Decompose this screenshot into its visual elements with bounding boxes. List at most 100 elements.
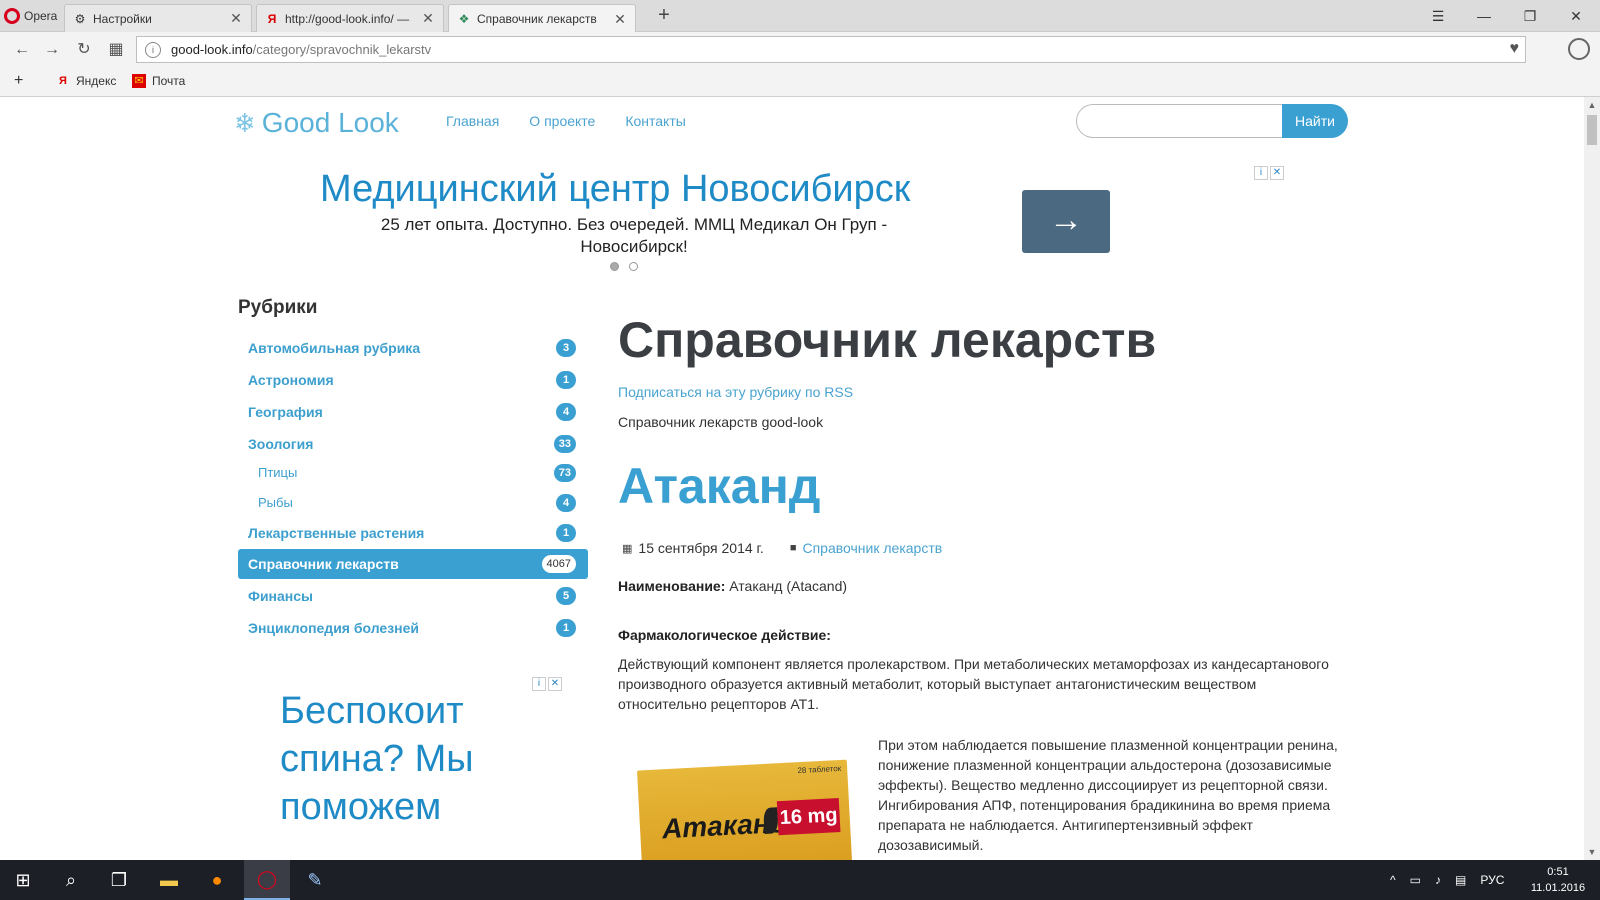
paint-icon[interactable]: ✎ [292,860,338,900]
search-icon[interactable]: ⌕ [48,860,94,900]
category-label: Энциклопедия болезней [248,620,420,636]
drug-name-label: Наименование: [618,578,726,594]
search-button[interactable]: Найти [1282,104,1348,138]
category-count-badge: 5 [556,587,576,605]
sidebar-item-birds[interactable]: Птицы 73 [238,458,588,488]
category-label: Автомобильная рубрика [248,340,421,356]
speed-dial-grid-icon[interactable]: ▦ [106,40,126,60]
ad-arrow-button[interactable]: → [1022,190,1110,253]
paragraph-line: производного образуется активный метабол… [618,676,1257,692]
restore-icon[interactable]: ❐ [1508,0,1552,32]
site-info-icon[interactable]: i [145,41,161,58]
url-path: /category/spravochnik_lekarstv [252,42,432,57]
bookmark-yandex[interactable]: Я Яндекс [56,74,116,88]
sidebar-item-zoology[interactable]: Зоология 33 [238,429,588,459]
post-date: 15 сентября 2014 г. [638,540,764,556]
heart-icon[interactable]: ♥ [1510,40,1520,58]
package-count-text: 28 таблеток [797,763,842,776]
new-tab-button[interactable]: + [652,4,676,28]
tab-title: Справочник лекарств [477,12,597,26]
bookmark-pochta[interactable]: ✉ Почта [132,74,185,88]
sidebar-item-medicinal-plants[interactable]: Лекарственные растения 1 [238,518,588,548]
forward-arrow-icon[interactable]: → [42,40,62,60]
ad-controls: i ✕ [1254,166,1284,180]
ad-controls: i ✕ [532,677,562,691]
minimize-icon[interactable]: — [1462,0,1506,32]
scrollbar-thumb[interactable] [1587,115,1597,145]
tab-title: Настройки [93,11,152,26]
site-logo[interactable]: ❄ Good Look [234,107,399,139]
sidebar-item-diseases[interactable]: Энциклопедия болезней 1 [238,613,588,643]
network-icon[interactable]: ▭ [1410,873,1421,887]
category-count-badge: 33 [553,435,576,453]
post-category-link[interactable]: Справочник лекарств [802,540,942,556]
add-bookmark-button[interactable]: + [14,72,23,90]
tray-expand-icon[interactable]: ^ [1390,873,1396,887]
tab-settings[interactable]: ⚙ Настройки ✕ [64,4,252,32]
top-advertisement[interactable]: Медицинский центр Новосибирск 25 лет опы… [234,162,1284,282]
firefox-icon[interactable]: ● [194,860,240,900]
close-tab-icon[interactable]: ✕ [421,10,435,27]
search-input[interactable] [1076,104,1286,138]
close-window-icon[interactable]: ✕ [1554,0,1598,32]
task-view-icon[interactable]: ❐ [96,860,142,900]
carousel-dot[interactable] [629,262,638,271]
ad-headline[interactable]: Беспокоит спина? Мы поможем [280,687,540,831]
category-count-badge: 4067 [541,555,576,573]
back-arrow-icon[interactable]: ← [12,40,32,60]
nav-contacts[interactable]: Контакты [625,113,685,129]
category-label: География [248,404,323,420]
ad-headline[interactable]: Медицинский центр Новосибирск [320,168,910,211]
sidebar-item-drug-reference[interactable]: Справочник лекарств 4067 [238,549,588,579]
scroll-down-icon[interactable]: ▼ [1584,844,1600,860]
tab-spravochnik[interactable]: ❖ Справочник лекарств ✕ [448,4,636,33]
ad-info-icon[interactable]: i [1254,166,1268,180]
system-clock[interactable]: 0:51 11.01.2016 [1526,864,1590,896]
notifications-icon[interactable]: ▤ [1455,873,1466,887]
tab-menu-icon[interactable]: ☰ [1416,0,1460,32]
address-bar: ← → ↻ ▦ i good-look.info/category/spravo… [0,32,1600,67]
url-field[interactable]: i good-look.info/category/spravochnik_le… [136,36,1526,63]
sidebar-item-geography[interactable]: География 4 [238,397,588,427]
rss-link[interactable]: Подписаться на эту рубрику по RSS [618,384,853,400]
gear-icon: ⚙ [74,11,86,26]
close-tab-icon[interactable]: ✕ [613,11,627,28]
sidebar-item-fish[interactable]: Рыбы 4 [238,488,588,518]
post-meta: ▦ 15 сентября 2014 г. ■ Справочник лекар… [622,540,942,556]
sidebar-item-auto[interactable]: Автомобильная рубрика 3 [238,333,588,363]
scroll-up-icon[interactable]: ▲ [1584,97,1600,113]
volume-icon[interactable]: ♪ [1435,873,1441,887]
page-viewport: ❄ Good Look Главная О проекте Контакты Н… [0,97,1584,860]
sidebar-advertisement[interactable]: Беспокоит спина? Мы поможем i ✕ [238,677,568,860]
opera-taskbar-icon[interactable]: ◯ [244,860,290,900]
opera-menu-button[interactable]: Opera [0,0,62,32]
ad-info-icon[interactable]: i [532,677,546,691]
system-tray: ^ ▭ ♪ ▤ РУС [1390,860,1504,900]
post-title-link[interactable]: Атаканд [618,457,821,515]
tab-good-look[interactable]: Я http://good-look.info/ — ✕ [256,4,444,32]
ad-carousel-dots [610,262,638,271]
mail-icon: ✉ [132,74,146,88]
ad-close-icon[interactable]: ✕ [548,677,562,691]
close-tab-icon[interactable]: ✕ [229,10,243,27]
ad-description: 25 лет опыта. Доступно. Без очередей. ММ… [380,215,888,256]
nav-home[interactable]: Главная [446,113,499,129]
bookmarks-bar: + Я Яндекс ✉ Почта [0,67,1600,97]
file-explorer-icon[interactable]: ▬ [146,860,192,900]
carousel-dot-active[interactable] [610,262,619,271]
ad-close-icon[interactable]: ✕ [1270,166,1284,180]
profile-icon[interactable] [1568,38,1590,60]
category-count-badge: 1 [556,619,576,637]
nav-about[interactable]: О проекте [529,113,595,129]
tab-title: http://good-look.info/ — [285,11,410,26]
page-scrollbar[interactable]: ▲ ▼ [1584,97,1600,860]
package-dose: 16 mg [776,798,841,836]
category-count-badge: 1 [556,371,576,389]
bookmark-label: Яндекс [76,74,117,88]
reload-icon[interactable]: ↻ [74,40,94,60]
sidebar-item-astronomy[interactable]: Астрономия 1 [238,365,588,395]
sidebar-item-finance[interactable]: Финансы 5 [238,581,588,611]
windows-start-icon[interactable]: ⊞ [0,860,46,900]
snowflake-logo-icon: ❄ [234,107,256,138]
language-indicator[interactable]: РУС [1480,873,1504,887]
